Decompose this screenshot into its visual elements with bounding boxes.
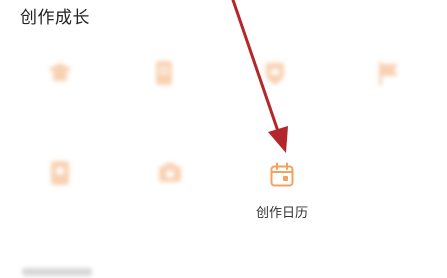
section-title: 创作成长: [20, 8, 90, 28]
calendar-icon: [267, 160, 297, 190]
graduation-cap-icon: [45, 58, 75, 88]
creation-growth-card: 创作成长 创作日历: [0, 0, 447, 278]
document-icon: [149, 58, 179, 88]
blurred-footer-text: [22, 268, 92, 276]
flag-icon: [373, 58, 403, 88]
grid-item-4[interactable]: [343, 58, 433, 138]
grid-item-6[interactable]: [125, 158, 215, 238]
grid-item-1[interactable]: [15, 58, 105, 138]
creation-calendar-item[interactable]: 创作日历: [237, 160, 327, 240]
grid-item-5[interactable]: [15, 158, 105, 238]
certificate-icon: [45, 158, 75, 188]
grid-item-2[interactable]: [119, 58, 209, 138]
grid-item-3[interactable]: [230, 58, 320, 138]
shield-icon: [260, 58, 290, 88]
camera-icon: [155, 158, 185, 188]
creation-calendar-label: 创作日历: [255, 206, 308, 221]
